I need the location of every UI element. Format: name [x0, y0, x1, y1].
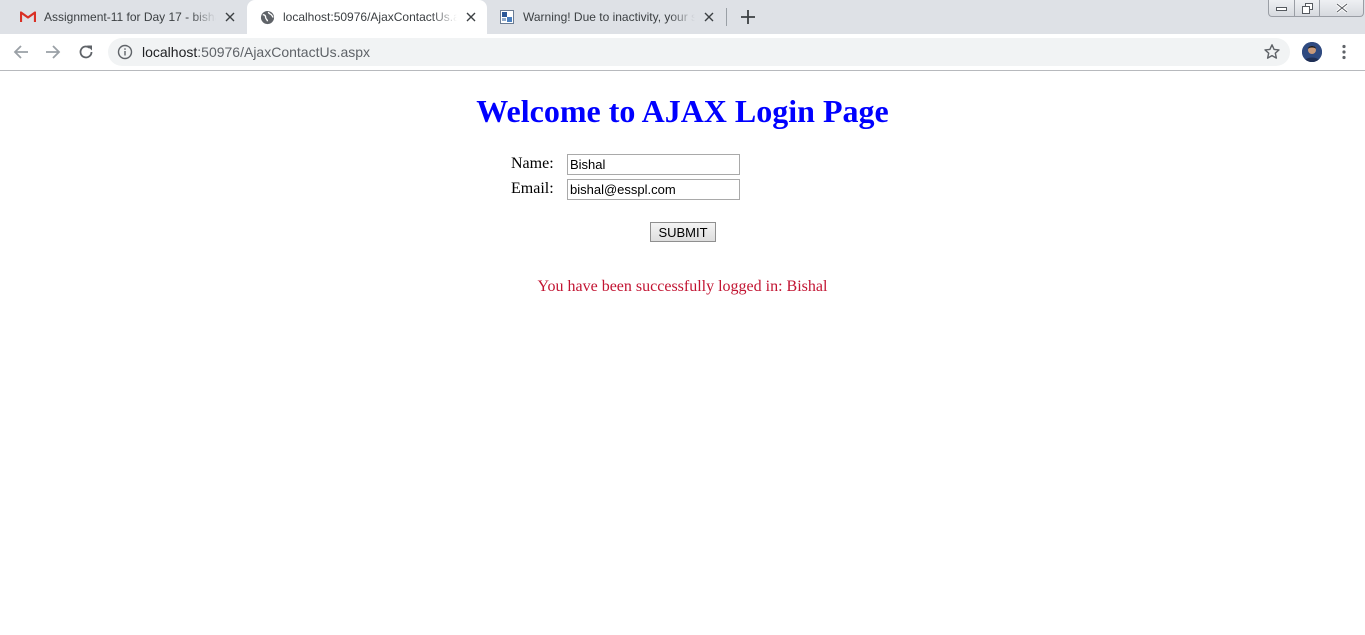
tab-localhost[interactable]: localhost:50976/AjaxContactUs.aspx [247, 0, 487, 34]
tab-warning[interactable]: Warning! Due to inactivity, your session [487, 0, 725, 34]
globe-icon [259, 9, 275, 25]
gmail-icon [20, 9, 36, 25]
close-window-button[interactable] [1320, 0, 1364, 17]
url-text: localhost:50976/AjaxContactUs.aspx [142, 44, 370, 60]
close-icon [1335, 3, 1348, 13]
tab-title: localhost:50976/AjaxContactUs.aspx [283, 10, 457, 24]
site-info-icon[interactable] [117, 44, 133, 60]
url-path: :50976/AjaxContactUs.aspx [197, 44, 371, 60]
browser-menu-button[interactable] [1336, 42, 1352, 62]
minimize-button[interactable] [1268, 0, 1295, 17]
avatar-icon [1302, 42, 1322, 62]
address-bar[interactable]: localhost:50976/AjaxContactUs.aspx [108, 38, 1290, 66]
name-label: Name: [511, 155, 554, 172]
new-tab-button[interactable] [736, 5, 760, 29]
tab-separator [726, 8, 727, 26]
email-label: Email: [511, 180, 554, 197]
profile-avatar[interactable] [1302, 42, 1322, 62]
tab-strip: Assignment-11 for Day 17 - bishal localh… [0, 0, 1365, 34]
minimize-icon [1276, 7, 1287, 11]
forward-button[interactable] [41, 40, 65, 64]
tab-gmail[interactable]: Assignment-11 for Day 17 - bishal [8, 0, 246, 34]
close-tab-icon[interactable] [222, 9, 238, 25]
page-title: Welcome to AJAX Login Page [476, 93, 889, 129]
close-tab-icon[interactable] [701, 9, 717, 25]
tab-title: Warning! Due to inactivity, your session [523, 10, 695, 24]
restore-button[interactable] [1295, 0, 1320, 17]
back-button[interactable] [9, 40, 33, 64]
bookmark-star-icon[interactable] [1263, 43, 1281, 61]
window-controls [1268, 0, 1364, 18]
back-arrow-icon [13, 45, 28, 59]
submit-button[interactable]: SUBMIT [650, 222, 716, 242]
reload-button[interactable] [74, 40, 98, 64]
page-content: Welcome to AJAX Login Page Name: Email: … [0, 71, 1365, 635]
plus-icon [741, 10, 755, 24]
browser-toolbar: localhost:50976/AjaxContactUs.aspx [0, 34, 1365, 71]
restore-icon [1301, 2, 1313, 14]
reload-icon [79, 45, 93, 59]
tab-title: Assignment-11 for Day 17 - bishal [44, 10, 216, 24]
close-tab-icon[interactable] [463, 9, 479, 25]
forward-arrow-icon [46, 45, 61, 59]
kebab-menu-icon [1342, 44, 1346, 60]
url-host: localhost [142, 44, 198, 60]
site-favicon [499, 9, 515, 25]
email-input[interactable] [567, 179, 740, 200]
login-status-message: You have been successfully logged in: Bi… [537, 278, 828, 295]
name-input[interactable] [567, 154, 740, 175]
